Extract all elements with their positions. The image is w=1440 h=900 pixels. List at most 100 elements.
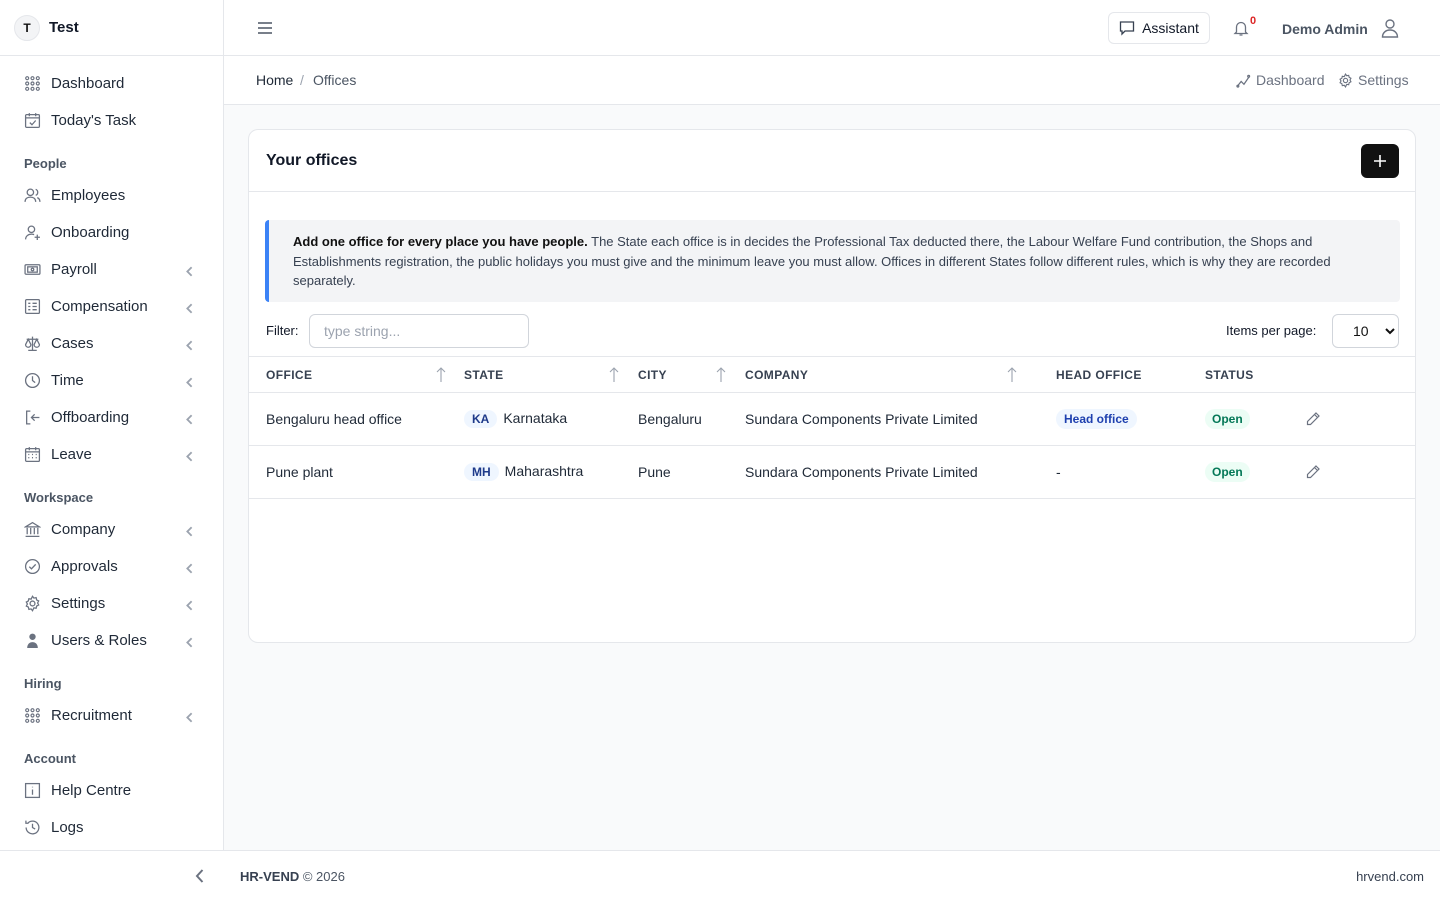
chevron-left-icon [186, 451, 193, 462]
table-row: Bengaluru head office KA Karnataka Bengal… [249, 392, 1415, 446]
chevron-left-icon[interactable] [192, 867, 208, 885]
pencil-icon[interactable] [1305, 411, 1321, 427]
add-office-button[interactable] [1361, 144, 1399, 178]
cell-status: Open [1188, 445, 1415, 499]
chevron-left-icon [186, 414, 193, 425]
column-header-company[interactable]: COMPANY [728, 356, 1039, 393]
sidebar-item-help-centre[interactable]: Help Centre [0, 773, 224, 807]
breadcrumb-home[interactable]: Home [256, 72, 293, 88]
column-header-state[interactable]: STATE [447, 356, 621, 393]
footer-site-link[interactable]: hrvend.com [1356, 869, 1424, 884]
menu-icon[interactable] [256, 19, 274, 37]
sidebar-item-leave[interactable]: Leave [0, 437, 224, 471]
sort-arrow-icon[interactable] [436, 367, 446, 383]
sidebar-item-onboarding[interactable]: Onboarding [0, 215, 224, 249]
sidebar-item-label: Company [51, 520, 116, 538]
bank-icon [24, 521, 41, 537]
head-office-badge: Head office [1056, 409, 1137, 429]
chevron-left-icon [186, 563, 193, 574]
cell-head-office: - [1039, 445, 1188, 499]
breadcrumb-separator: / [300, 72, 304, 88]
sidebar-item-dashboard[interactable]: Dashboard [0, 66, 224, 100]
cell-state: MH Maharashtra [447, 445, 621, 499]
sidebar-item-label: Cases [51, 334, 94, 352]
sidebar-item-label: Onboarding [51, 223, 130, 241]
brand[interactable]: T Test [0, 0, 223, 56]
calendar-icon [24, 446, 41, 462]
card-header: Your offices [249, 130, 1415, 192]
chevron-left-icon [186, 526, 193, 537]
sidebar-item-label: Time [51, 371, 84, 389]
info-icon [24, 782, 41, 798]
user-icon[interactable] [1380, 18, 1400, 38]
bell-icon[interactable] [1232, 19, 1250, 37]
chevron-left-icon [186, 303, 193, 314]
user-shield-icon [27, 633, 38, 648]
chevron-left-icon [186, 600, 193, 611]
sidebar-item-label: Help Centre [51, 781, 132, 799]
sidebar-item-label: Employees [51, 186, 126, 204]
sidebar-item-settings[interactable]: Settings [0, 586, 224, 620]
quick-link-label: Settings [1358, 72, 1409, 88]
column-header-office[interactable]: OFFICE [249, 356, 447, 393]
assistant-button[interactable]: Assistant [1108, 12, 1210, 44]
chevron-left-icon [186, 266, 193, 277]
sidebar-item-employees[interactable]: Employees [0, 178, 224, 212]
sidebar-item-logs[interactable]: Logs [0, 810, 224, 844]
brand-name: Test [49, 19, 79, 36]
quick-link-settings[interactable]: Settings [1338, 72, 1409, 88]
assistant-label: Assistant [1142, 20, 1199, 36]
sidebar-item-label: Offboarding [51, 408, 130, 426]
gear-icon [25, 594, 40, 612]
sidebar-item-approvals[interactable]: Approvals [0, 549, 224, 583]
sidebar-item-payroll[interactable]: Payroll [0, 252, 224, 286]
quick-link-dashboard[interactable]: Dashboard [1236, 72, 1325, 88]
clock-icon [24, 372, 41, 388]
sidebar-item-recruitment[interactable]: Recruitment [0, 698, 224, 732]
state-name: Maharashtra [504, 463, 584, 479]
state-code-badge: MH [464, 463, 499, 481]
status-badge: Open [1205, 409, 1250, 429]
calendar-check-icon [24, 112, 41, 128]
cell-state: KA Karnataka [447, 392, 621, 446]
sidebar-item-offboarding[interactable]: Offboarding [0, 400, 224, 434]
items-per-page-label: Items per page: [1226, 323, 1317, 338]
sort-arrow-icon[interactable] [609, 367, 619, 383]
pencil-icon[interactable] [1305, 464, 1321, 480]
filter-input[interactable] [309, 314, 529, 348]
quick-link-label: Dashboard [1256, 72, 1325, 88]
history-icon [25, 820, 40, 834]
cell-office: Bengaluru head office [249, 392, 447, 446]
cell-company: Sundara Components Private Limited [728, 445, 1039, 499]
items-per-page-select[interactable]: 10 [1332, 314, 1399, 348]
sidebar: T Test Dashboard Today's Task People Emp… [0, 0, 224, 850]
breadcrumb: Home / Offices Dashboard Settings [224, 56, 1440, 105]
gear-icon [1339, 72, 1352, 88]
chat-icon [1119, 21, 1135, 36]
sidebar-item-cases[interactable]: Cases [0, 326, 224, 360]
state-name: Karnataka [503, 410, 568, 426]
users-icon [24, 187, 41, 202]
sidebar-item-time[interactable]: Time [0, 363, 224, 397]
plus-icon [1374, 155, 1386, 167]
cell-head-office: Head office [1039, 392, 1188, 446]
sort-arrow-icon[interactable] [716, 367, 726, 383]
chevron-left-icon [186, 340, 193, 351]
brand-avatar: T [14, 14, 40, 41]
sort-arrow-icon[interactable] [1007, 367, 1017, 383]
sidebar-item-label: Logs [51, 818, 84, 836]
column-header-city[interactable]: CITY [621, 356, 728, 393]
table-row: Pune plant MH Maharashtra Pune Sundara Co… [249, 445, 1415, 499]
user-name[interactable]: Demo Admin [1282, 21, 1368, 37]
sidebar-item-company[interactable]: Company [0, 512, 224, 546]
sidebar-item-label: Compensation [51, 297, 148, 315]
status-badge: Open [1205, 462, 1250, 482]
sidebar-item-users-roles[interactable]: Users & Roles [0, 623, 224, 657]
sidebar-item-todays-task[interactable]: Today's Task [0, 103, 224, 137]
footer-year: © 2026 [302, 869, 345, 884]
topbar: Assistant 0 Demo Admin [224, 0, 1440, 56]
state-code-badge: KA [464, 410, 498, 428]
sidebar-item-compensation[interactable]: Compensation [0, 289, 224, 323]
sidebar-item-label: Users & Roles [51, 631, 147, 649]
cell-office: Pune plant [249, 445, 447, 499]
